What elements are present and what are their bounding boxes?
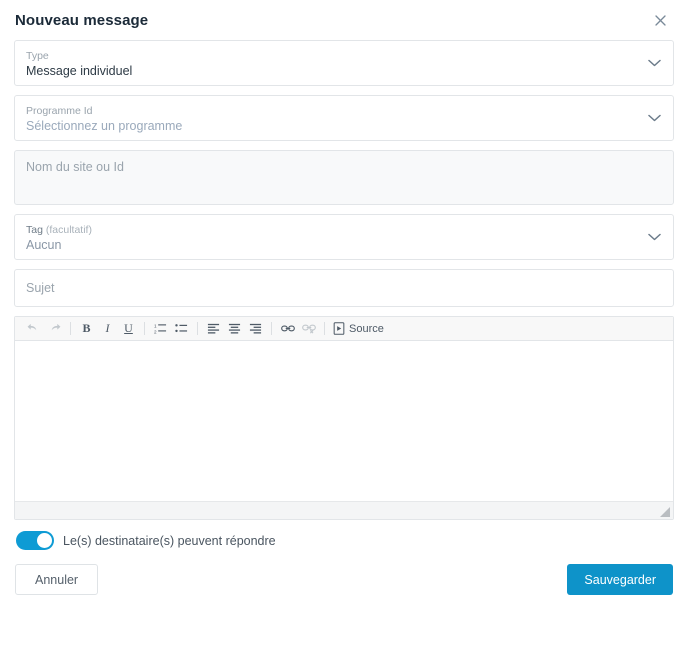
page-title: Nouveau message (15, 11, 149, 29)
reply-toggle-label: Le(s) destinataire(s) peuvent répondre (63, 533, 276, 548)
undo-icon[interactable] (23, 319, 44, 339)
subject-placeholder: Sujet (26, 280, 55, 295)
toolbar-separator (70, 322, 71, 335)
subject-input[interactable]: Sujet (14, 269, 674, 307)
type-label: Type (26, 50, 49, 62)
source-button-label: Source (349, 322, 384, 335)
bold-icon[interactable]: B (76, 319, 97, 339)
close-icon[interactable] (649, 9, 671, 31)
programme-id-select[interactable]: Programme Id Sélectionnez un programme (14, 95, 674, 141)
tag-label-text: Tag (26, 224, 43, 236)
programme-id-label: Programme Id (26, 105, 93, 117)
editor-statusbar (15, 501, 673, 519)
chevron-down-icon (648, 233, 661, 241)
type-value: Message individuel (26, 64, 133, 78)
save-button[interactable]: Sauvegarder (567, 564, 673, 595)
source-button[interactable]: Source (330, 319, 387, 339)
tag-select[interactable]: Tag (facultatif) Aucun (14, 214, 674, 260)
numbered-list-icon[interactable]: 1 2 (150, 319, 171, 339)
tag-label-optional: (facultatif) (45, 224, 92, 236)
toolbar-separator (271, 322, 272, 335)
tag-label: Tag (facultatif) (26, 224, 661, 236)
dialog-footer: Annuler Sauvegarder (14, 564, 674, 595)
chevron-down-icon (648, 114, 661, 122)
resize-grip-icon[interactable] (659, 506, 670, 517)
dialog-header: Nouveau message (14, 0, 674, 40)
redo-icon[interactable] (44, 319, 65, 339)
source-document-icon (333, 322, 345, 335)
svg-text:2: 2 (154, 330, 157, 335)
type-select[interactable]: Type Message individuel (14, 40, 674, 86)
programme-id-value: Sélectionnez un programme (26, 119, 183, 133)
unlink-icon[interactable] (298, 319, 319, 339)
tag-value: Aucun (26, 238, 62, 252)
align-left-icon[interactable] (203, 319, 224, 339)
editor-content-area[interactable] (15, 341, 673, 501)
link-icon[interactable] (277, 319, 298, 339)
italic-icon[interactable]: I (97, 319, 118, 339)
toolbar-separator (144, 322, 145, 335)
align-center-icon[interactable] (224, 319, 245, 339)
reply-toggle-row: Le(s) destinataire(s) peuvent répondre (14, 531, 674, 550)
toggle-knob (37, 533, 52, 548)
toolbar-separator (197, 322, 198, 335)
chevron-down-icon (648, 59, 661, 67)
underline-icon[interactable]: U (118, 319, 139, 339)
site-name-input[interactable]: Nom du site ou Id (14, 150, 674, 205)
bulleted-list-icon[interactable] (171, 319, 192, 339)
new-message-dialog: Nouveau message Type Message individuel … (0, 0, 688, 651)
svg-text:1: 1 (154, 324, 157, 329)
cancel-button[interactable]: Annuler (15, 564, 99, 595)
site-name-placeholder: Nom du site ou Id (26, 160, 124, 174)
toolbar-separator (324, 322, 325, 335)
align-right-icon[interactable] (245, 319, 266, 339)
rich-text-editor: B I U 1 2 Source (14, 316, 674, 520)
editor-toolbar: B I U 1 2 Source (15, 317, 673, 341)
reply-toggle-switch[interactable] (16, 531, 54, 550)
